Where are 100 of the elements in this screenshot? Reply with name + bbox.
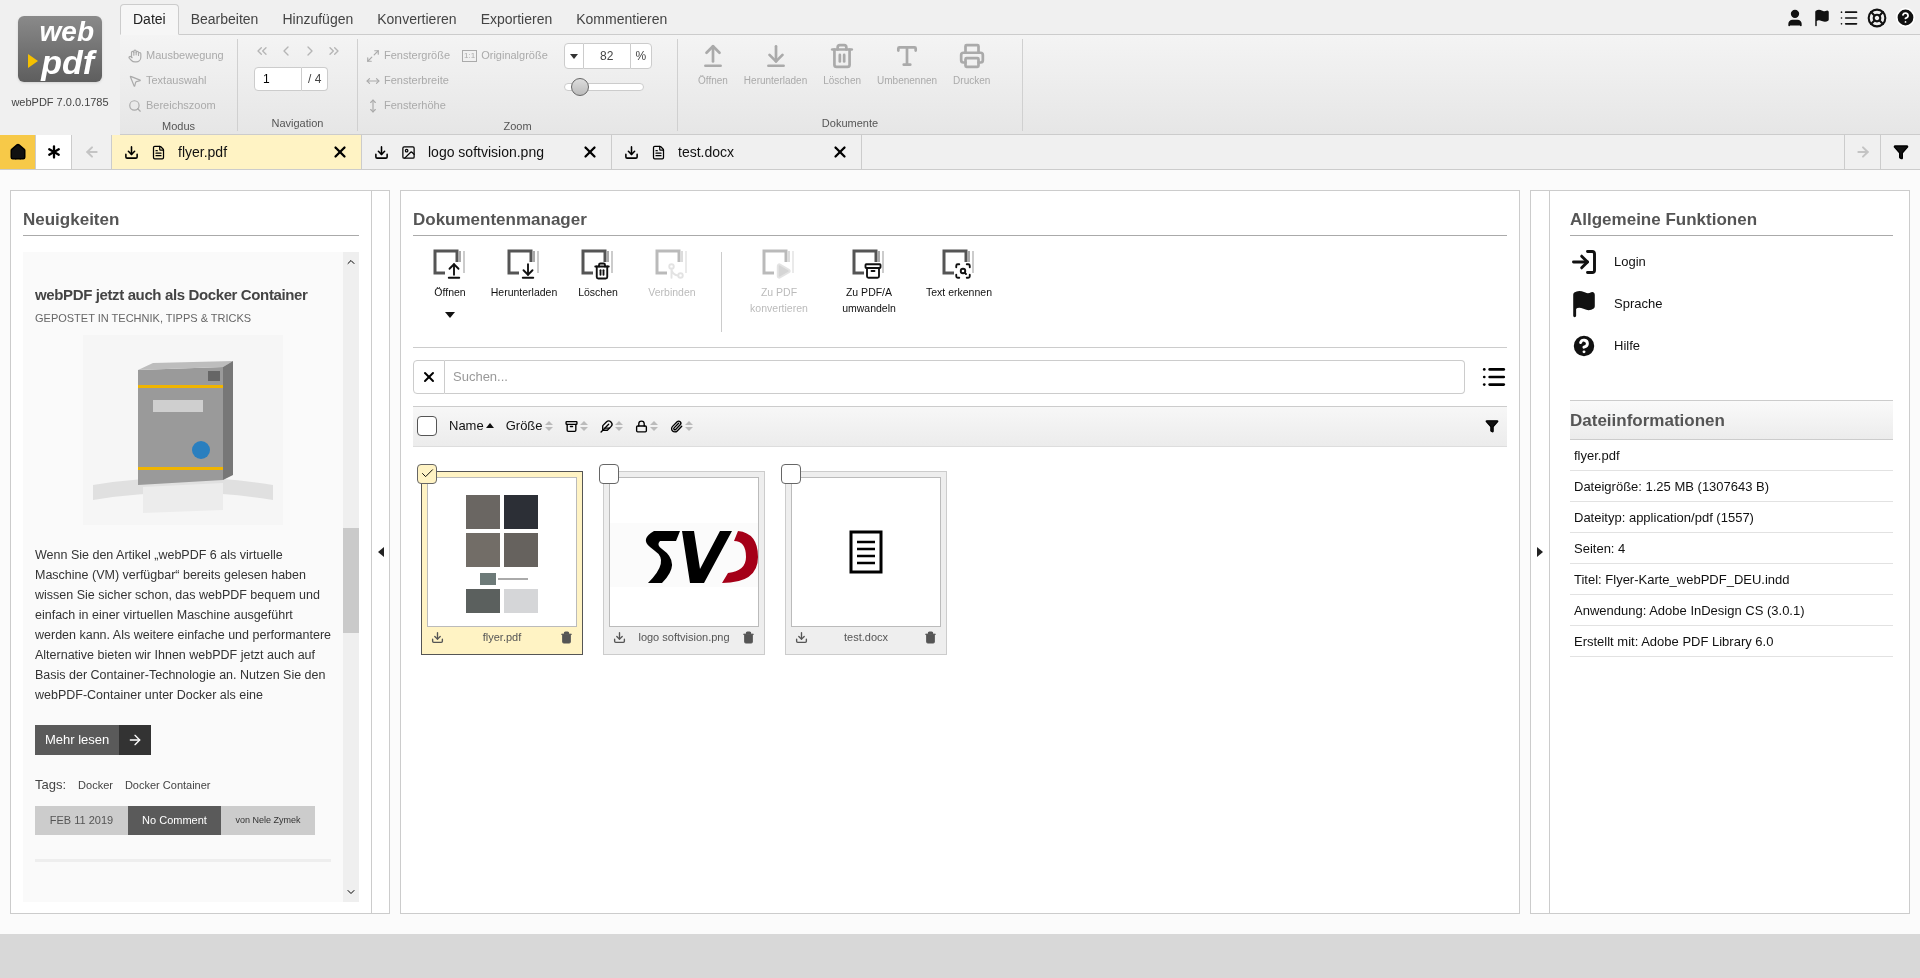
ribbon-tab[interactable]: Hinzufügen	[270, 4, 366, 35]
document-action-button[interactable]: Zu PDF/A umwandeln	[824, 247, 914, 316]
file-info-row: Dateigröße: 1.25 MB (1307643 B)	[1570, 470, 1893, 502]
function-link[interactable]: Login	[1570, 247, 1893, 276]
article-category: GEPOSTET IN TECHNIK, TIPPS & TRICKS	[35, 311, 253, 326]
slider-thumb[interactable]	[570, 78, 589, 96]
caret-icon	[569, 53, 578, 59]
file-info-row: Dateityp: application/pdf (1557)	[1570, 501, 1893, 533]
trash-icon[interactable]	[560, 631, 573, 644]
home-button[interactable]	[0, 135, 36, 169]
zoom-unit: %	[629, 43, 652, 69]
download-icon[interactable]	[624, 144, 639, 160]
back-arrow-icon	[83, 144, 100, 160]
trash-icon[interactable]	[924, 631, 937, 644]
file-checkbox[interactable]	[781, 463, 801, 484]
document-action-button[interactable]: Herunterladen	[487, 247, 561, 300]
download-icon[interactable]	[613, 631, 626, 644]
zoom-dropdown-button[interactable]	[563, 43, 584, 69]
select-all-checkbox[interactable]	[417, 416, 437, 436]
logo-top-text: web	[39, 18, 94, 46]
file-checkbox[interactable]	[599, 463, 619, 484]
flag-icon	[1570, 289, 1598, 318]
file-name: flyer.pdf	[482, 630, 522, 646]
clear-search-button[interactable]	[413, 359, 445, 394]
lock-icon[interactable]	[634, 419, 648, 433]
download-icon[interactable]	[795, 631, 808, 644]
group-label: Navigation	[270, 115, 325, 131]
ribbon-tab[interactable]: Datei	[120, 4, 179, 35]
trash-icon[interactable]	[742, 631, 755, 644]
trash-icon	[829, 43, 856, 69]
open-document-icon	[433, 247, 467, 280]
new-tab-button[interactable]	[36, 135, 72, 169]
tag-link[interactable]: Docker	[78, 776, 113, 793]
text-file-icon	[651, 144, 666, 160]
zoom-icon	[128, 98, 142, 113]
home-icon	[8, 143, 27, 161]
convert-document-icon	[762, 247, 796, 280]
zoom-slider[interactable]	[563, 77, 644, 97]
filter-icon[interactable]	[1485, 419, 1499, 433]
scrollbar[interactable]	[343, 251, 359, 902]
user-icon[interactable]	[1785, 7, 1805, 28]
help-icon[interactable]	[1895, 7, 1916, 28]
version-label: webPDF 7.0.0.1785	[11, 95, 109, 110]
zoom-field[interactable]: 82	[583, 43, 630, 69]
group-label: Zoom	[502, 119, 533, 134]
document-tab[interactable]: flyer.pdf	[112, 135, 362, 169]
file-name: logo softvision.png	[638, 630, 730, 646]
ribbon-tab[interactable]: Bearbeiten	[178, 4, 271, 35]
document-action-button[interactable]: Text erkennen	[914, 247, 1004, 300]
file-checkbox[interactable]	[417, 463, 437, 484]
expand-icon	[366, 48, 380, 63]
file-info-row: Titel: Flyer-Karte_webPDF_DEU.indd	[1570, 563, 1893, 595]
download-icon[interactable]	[431, 631, 444, 644]
file-card[interactable]: logo softvision.png	[603, 470, 765, 655]
search-field[interactable]: Suchen...	[445, 359, 1465, 394]
login-icon	[1570, 247, 1598, 276]
panel-title: Neuigkeiten	[23, 207, 359, 236]
document-action-button[interactable]: Öffnen	[413, 247, 487, 318]
close-icon[interactable]	[831, 143, 849, 161]
document-action-button[interactable]: Löschen	[561, 247, 635, 300]
close-icon[interactable]	[581, 143, 599, 161]
paperclip-icon[interactable]	[669, 419, 683, 433]
pdf-file-icon	[151, 144, 166, 160]
function-link[interactable]: Sprache	[1570, 289, 1893, 318]
group-label: Dokumente	[820, 115, 880, 131]
panel-title: Dokumentenmanager	[413, 207, 1507, 236]
close-icon[interactable]	[331, 143, 349, 161]
ribbon-tab[interactable]: Exportieren	[468, 4, 565, 35]
pointer-icon	[128, 73, 142, 88]
file-info-row: Seiten: 4	[1570, 532, 1893, 564]
download-icon[interactable]	[124, 144, 139, 160]
download-icon[interactable]	[374, 144, 389, 160]
ribbon-tab[interactable]: Konvertieren	[365, 4, 469, 35]
merge-document-icon	[655, 247, 689, 280]
panel-title: Allgemeine Funktionen	[1570, 207, 1893, 236]
scrollbar-thumb[interactable]	[343, 527, 359, 633]
lifebuoy-icon[interactable]	[1867, 7, 1887, 28]
download-document-icon	[507, 247, 541, 280]
flag-icon[interactable]	[1813, 8, 1831, 27]
filter-icon	[1892, 144, 1909, 160]
ribbon-tab[interactable]: Kommentieren	[564, 4, 680, 35]
page-total: / 4	[302, 67, 329, 91]
triangle-icon	[28, 54, 38, 68]
feather-icon[interactable]	[599, 419, 613, 433]
file-info-row: Erstellt mit: Adobe PDF Library 6.0	[1570, 625, 1893, 657]
column-header[interactable]: Größe	[505, 416, 543, 436]
section-header: Dateiinformationen	[1570, 399, 1893, 440]
file-card[interactable]: test.docx	[785, 470, 947, 655]
comment-count: No Comment	[128, 806, 221, 835]
article-headline: webPDF jetzt auch als Docker Container	[35, 284, 309, 305]
column-header[interactable]: Name	[449, 416, 484, 436]
tags-label: Tags:	[35, 775, 67, 794]
tab-label: test.docx	[678, 142, 736, 162]
hand-icon	[128, 48, 142, 63]
function-link[interactable]: Hilfe	[1570, 331, 1893, 360]
file-card[interactable]: flyer.pdf	[421, 470, 583, 655]
page-field[interactable]: 1	[254, 67, 302, 91]
tag-link[interactable]: Docker Container	[124, 776, 211, 793]
image-file-icon	[401, 144, 416, 160]
archive-icon[interactable]	[564, 419, 578, 433]
